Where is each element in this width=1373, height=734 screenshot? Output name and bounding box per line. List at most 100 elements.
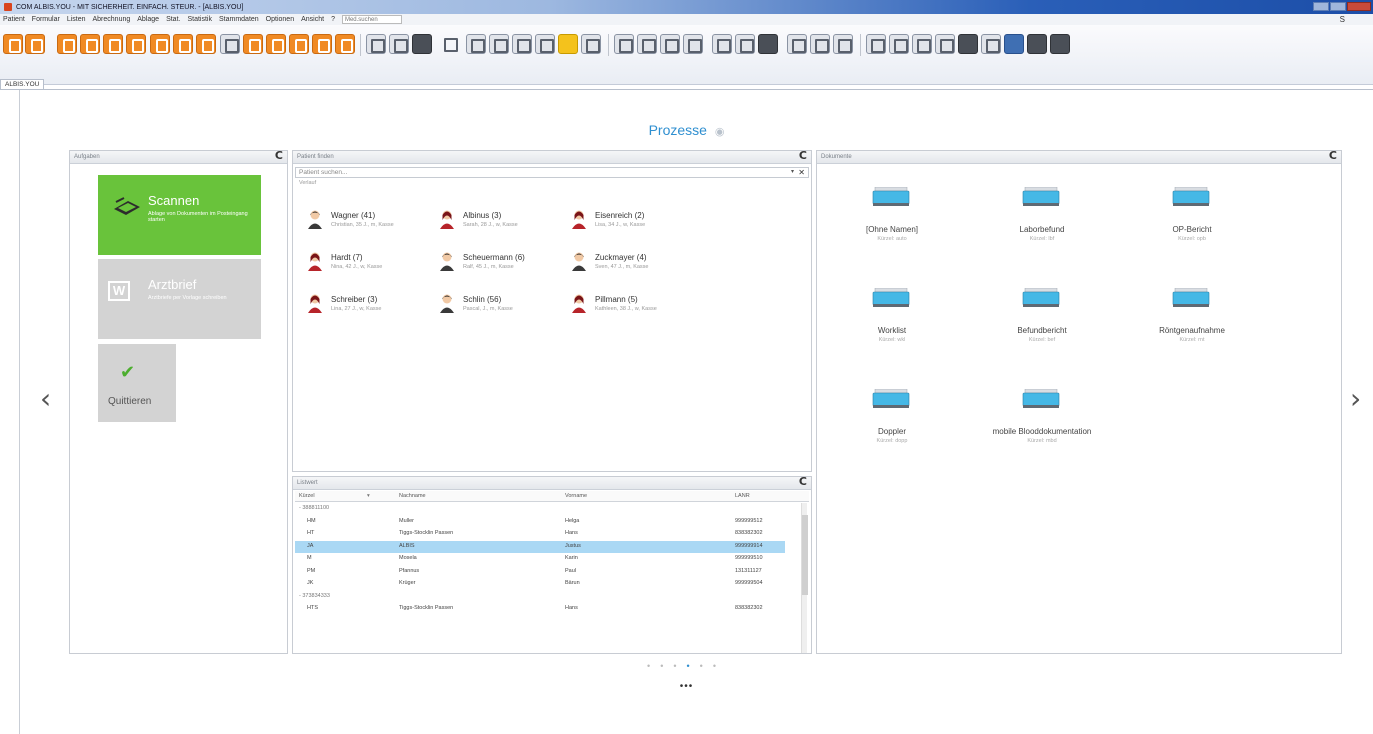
refresh-icon[interactable]: C [275,150,283,162]
menu-item-stat[interactable]: Stat. [166,16,180,23]
help-icon[interactable]: S [1340,15,1345,24]
table-row[interactable]: HM Muller Helga 999999512 [295,516,795,528]
column-header-kuerzel[interactable]: Kürzel [299,493,315,499]
scrollbar-thumb[interactable] [802,515,808,595]
prev-page-arrow[interactable]: ‹ [40,382,51,415]
doc-type-item[interactable]: [Ohne Namen] Kürzel: auto [822,187,962,267]
refresh-icon[interactable]: C [1329,150,1337,162]
table-row[interactable]: JA ALBIS Justus 999999914 [295,540,785,553]
page-dot[interactable]: • [713,661,726,671]
toolbar-edit-icon[interactable] [614,34,634,54]
toolbar-doc-icon[interactable] [126,34,146,54]
toolbar-check-icon[interactable] [243,34,263,54]
toolbar-timer-icon[interactable] [335,34,355,54]
chevron-down-icon[interactable]: ▾ [791,168,794,177]
more-pages-indicator[interactable]: ••• [0,681,1373,692]
page-dot[interactable]: • [647,661,660,671]
toolbar-list-icon[interactable] [866,34,886,54]
toolbar-albis-icon[interactable] [1004,34,1024,54]
toolbar-card-icon[interactable] [80,34,100,54]
doc-type-item[interactable]: Doppler Kürzel: dopp [822,389,962,469]
page-dot[interactable]: • [687,661,700,671]
menu-item-optionen[interactable]: Optionen [266,16,294,23]
menu-item-patient[interactable]: Patient [3,16,25,23]
toolbar-print2-icon[interactable] [489,34,509,54]
menu-item-statistik[interactable]: Statistik [187,16,212,23]
patient-search-input[interactable]: Patient suchen... ▾ ✕ [295,167,809,178]
table-row[interactable]: HTS Tiggs-Stocklin Passen Hans 838382302 [295,603,795,615]
toolbar-window3-icon[interactable] [412,34,432,54]
menu-item-listen[interactable]: Listen [67,16,86,23]
doc-type-item[interactable]: Laborbefund Kürzel: lbf [972,187,1112,267]
quittieren-tile[interactable]: ✔ Quittieren [98,344,176,422]
toolbar-layout2-icon[interactable] [660,34,680,54]
toolbar-calendar-icon[interactable] [912,34,932,54]
menu-item-abrechnung[interactable]: Abrechnung [93,16,131,23]
next-page-arrow[interactable]: › [1350,382,1361,415]
column-header-lanr[interactable]: LANR [735,493,750,499]
toolbar-arrow-icon[interactable] [220,34,240,54]
toolbar-history-icon[interactable] [889,34,909,54]
toolbar-patient2-icon[interactable] [958,34,978,54]
patient-card[interactable]: Pillmann (5) Kathleen, 38 J., w, Kasse [571,293,701,323]
toolbar-layout5-icon[interactable] [735,34,755,54]
toolbar-new-icon[interactable] [3,34,23,54]
toolbar-list-icon[interactable] [266,34,286,54]
doc-type-item[interactable]: Worklist Kürzel: wkl [822,288,962,368]
refresh-icon[interactable]: C [799,150,807,162]
table-scrollbar[interactable] [801,503,808,653]
patient-card[interactable]: Eisenreich (2) Lisa, 34 J., w, Kasse [571,209,701,239]
menu-search-input[interactable]: Med.suchen [341,15,402,24]
table-group-row[interactable]: - 373834333 [295,591,795,603]
toolbar-layout6-icon[interactable] [758,34,778,54]
menu-item-stammdaten[interactable]: Stammdaten [219,16,259,23]
toolbar-window2-icon[interactable] [389,34,409,54]
toolbar-lab-icon[interactable] [173,34,193,54]
document-tab[interactable]: ALBIS.YOU [0,79,45,89]
table-group-row[interactable]: - 388811100 [295,503,795,515]
toolbar-timer2-icon[interactable] [935,34,955,54]
minimize-button[interactable] [1313,2,1329,11]
patient-card[interactable]: Schlin (56) Pascal, J., m, Kasse [439,293,569,323]
toolbar-drop-icon[interactable] [1050,34,1070,54]
toolbar-layout8-icon[interactable] [810,34,830,54]
scannen-tile[interactable]: Scannen Ablage von Dokumenten im Postein… [98,175,261,255]
toolbar-layout3-icon[interactable] [683,34,703,54]
page-dot[interactable]: • [660,661,673,671]
toolbar-layout7-icon[interactable] [787,34,807,54]
close-button[interactable] [1347,2,1371,11]
toolbar-layout9-icon[interactable] [833,34,853,54]
toolbar-text-icon[interactable] [581,34,601,54]
toolbar-chart-icon[interactable] [289,34,309,54]
patient-card[interactable]: Wagner (41) Christian, 35 J., m, Kasse [307,209,437,239]
table-row[interactable]: HT Tiggs-Stocklin Passen Hans 838382302 [295,528,795,540]
menu-item-ablage[interactable]: Ablage [137,16,159,23]
toolbar-info-icon[interactable] [312,34,332,54]
toolbar-calc-icon[interactable] [103,34,123,54]
column-header-vorname[interactable]: Vorname [565,493,587,499]
toolbar-layout1-icon[interactable] [637,34,657,54]
column-header-nachname[interactable]: Nachname [399,493,426,499]
patient-card[interactable]: Scheuermann (6) Ralf, 45 J., m, Kasse [439,251,569,281]
menu-item-ansicht[interactable]: Ansicht [301,16,324,23]
toolbar-print3-icon[interactable] [512,34,532,54]
toolbar-search-icon[interactable] [535,34,555,54]
patient-card[interactable]: Albinus (3) Sarah, 28 J., w, Kasse [439,209,569,239]
page-dot[interactable]: • [700,661,713,671]
refresh-icon[interactable]: C [799,477,807,488]
doc-type-item[interactable]: OP-Bericht Kürzel: opb [1122,187,1262,267]
toolbar-highlight-icon[interactable] [558,34,578,54]
close-icon[interactable]: ✕ [798,168,805,177]
toolbar-window-icon[interactable] [366,34,386,54]
eye-icon[interactable]: ◉ [715,126,725,138]
toolbar-patient-icon[interactable] [57,34,77,54]
doc-type-item[interactable]: mobile Blooddokumentation Kürzel: mbd [972,389,1112,469]
menu-item-help[interactable]: ? [331,16,335,23]
menu-item-formular[interactable]: Formular [32,16,60,23]
maximize-button[interactable] [1330,2,1346,11]
patient-card[interactable]: Schreiber (3) Lina, 27 J., w, Kasse [307,293,437,323]
arztbrief-tile[interactable]: W Arztbrief Arztbriefe per Vorlage schre… [98,259,261,339]
patient-card[interactable]: Zuckmayer (4) Sven, 47 J., m, Kasse [571,251,701,281]
doc-type-item[interactable]: Röntgenaufnahme Kürzel: rnt [1122,288,1262,368]
toolbar-layout4-icon[interactable] [712,34,732,54]
